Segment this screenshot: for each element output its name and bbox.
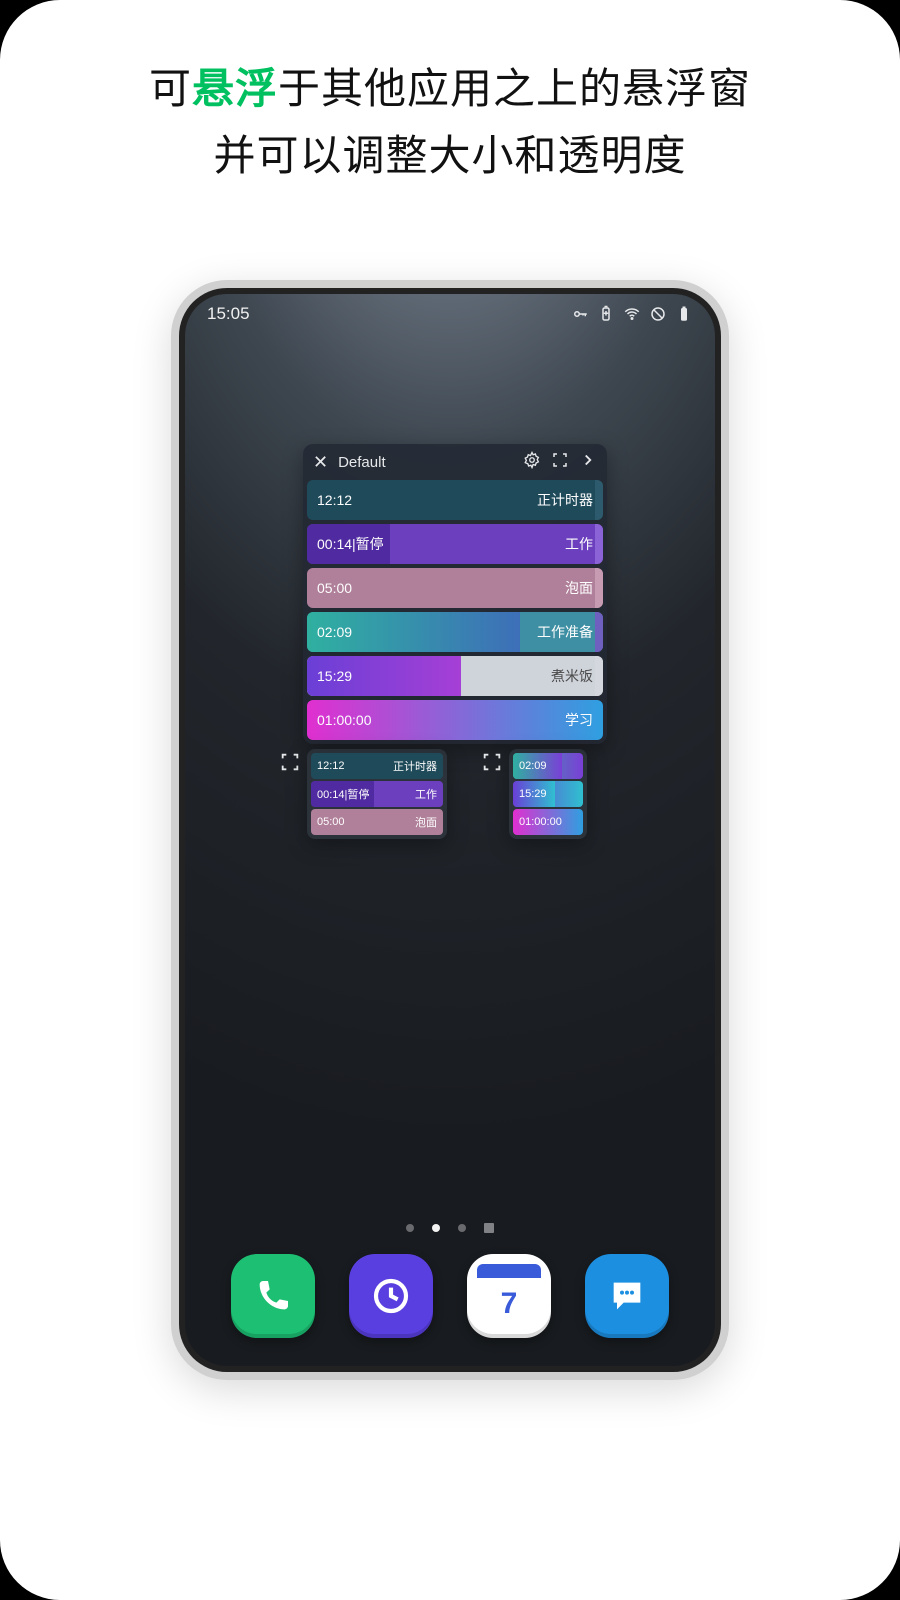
timer-row[interactable]: 12:12 正计时器 [307, 480, 603, 520]
timer-time: 01:00:00 [317, 712, 372, 728]
battery-icon [675, 305, 693, 323]
timer-label: 工作准备 [537, 622, 593, 642]
timer-time: 01:00:00 [519, 816, 562, 828]
page-dot-home[interactable] [484, 1223, 494, 1233]
timer-label: 泡面 [415, 814, 437, 830]
dnd-icon [649, 305, 667, 323]
timer-time: 12:12 [317, 760, 345, 772]
status-bar: 15:05 [185, 294, 715, 334]
floating-window-header[interactable]: ✕ Default [303, 444, 607, 480]
line2: 并可以调整大小和透明度 [0, 122, 900, 189]
timer-row[interactable]: 12:12 正计时器 [311, 753, 443, 779]
timer-label: 正计时器 [393, 758, 437, 774]
timer-label: 工作 [415, 786, 437, 802]
page-dot[interactable] [458, 1224, 466, 1232]
page-indicator[interactable] [185, 1224, 715, 1234]
timer-time: 12:12 [317, 492, 352, 508]
line1-post: 于其他应用之上的悬浮窗 [278, 65, 751, 112]
timer-row[interactable]: 01:00:00 学习 [307, 700, 603, 740]
app-clock[interactable] [349, 1254, 433, 1338]
app-messages[interactable] [585, 1254, 669, 1338]
fullscreen-icon[interactable] [551, 451, 569, 473]
timer-time: 02:09 [519, 760, 547, 772]
calendar-day: 7 [501, 1287, 518, 1321]
settings-icon[interactable] [523, 451, 541, 473]
timer-row[interactable]: 15:29 煮米饭 [307, 656, 603, 696]
phone-screen: 15:05 ✕ Default [185, 294, 715, 1366]
timer-time: 15:29 [519, 788, 547, 800]
timer-time: 15:29 [317, 668, 352, 684]
timer-time: 00:14|暂停 [317, 534, 384, 554]
timer-row[interactable]: 01:00:00 [513, 809, 583, 835]
page-dot[interactable] [406, 1224, 414, 1232]
line1-accent: 悬浮 [192, 65, 278, 112]
app-calendar[interactable]: 7 [467, 1254, 551, 1338]
scan-icon[interactable] [279, 751, 301, 773]
close-icon[interactable]: ✕ [313, 453, 328, 471]
timer-time: 02:09 [317, 624, 352, 640]
timer-row[interactable]: 00:14|暂停 工作 [307, 524, 603, 564]
battery-saver-icon [597, 305, 615, 323]
timer-label: 学习 [565, 710, 593, 730]
timer-label: 工作 [565, 534, 593, 554]
page-dot-active[interactable] [432, 1224, 440, 1232]
timer-row[interactable]: 02:09 工作准备 [307, 612, 603, 652]
timer-time: 00:14|暂停 [317, 786, 369, 802]
status-time: 15:05 [207, 304, 250, 324]
phone-frame: 15:05 ✕ Default [171, 280, 729, 1380]
window-title: Default [338, 454, 513, 471]
timer-list: 12:12 正计时器 00:14|暂停 工作 05:00 泡面 02:09 工作准备 15:29… [303, 480, 607, 740]
timer-time: 05:00 [317, 580, 352, 596]
floating-window[interactable]: ✕ Default 12:12 正计时器 00:14|暂停 工作 05:00 泡面 02:0… [303, 444, 607, 744]
timer-row[interactable]: 05:00 泡面 [311, 809, 443, 835]
mini-floating-window-b[interactable]: 02:09 15:29 01:00:00 [509, 749, 587, 839]
timer-row[interactable]: 00:14|暂停 工作 [311, 781, 443, 807]
timer-label: 煮米饭 [551, 666, 593, 686]
promo-headline: 可悬浮于其他应用之上的悬浮窗 并可以调整大小和透明度 [0, 0, 900, 189]
wifi-icon [623, 305, 641, 323]
timer-row[interactable]: 15:29 [513, 781, 583, 807]
vpn-key-icon [571, 305, 589, 323]
timer-row[interactable]: 02:09 [513, 753, 583, 779]
app-phone[interactable] [231, 1254, 315, 1338]
status-icons [571, 305, 693, 323]
timer-label: 正计时器 [537, 490, 593, 510]
timer-label: 泡面 [565, 578, 593, 598]
timer-row[interactable]: 05:00 泡面 [307, 568, 603, 608]
scan-icon[interactable] [481, 751, 503, 773]
timer-time: 05:00 [317, 816, 345, 828]
chevron-right-icon[interactable] [579, 451, 597, 473]
line1-pre: 可 [149, 65, 192, 112]
mini-floating-window-a[interactable]: 12:12 正计时器 00:14|暂停 工作 05:00 泡面 [307, 749, 447, 839]
dock: 7 [185, 1254, 715, 1338]
